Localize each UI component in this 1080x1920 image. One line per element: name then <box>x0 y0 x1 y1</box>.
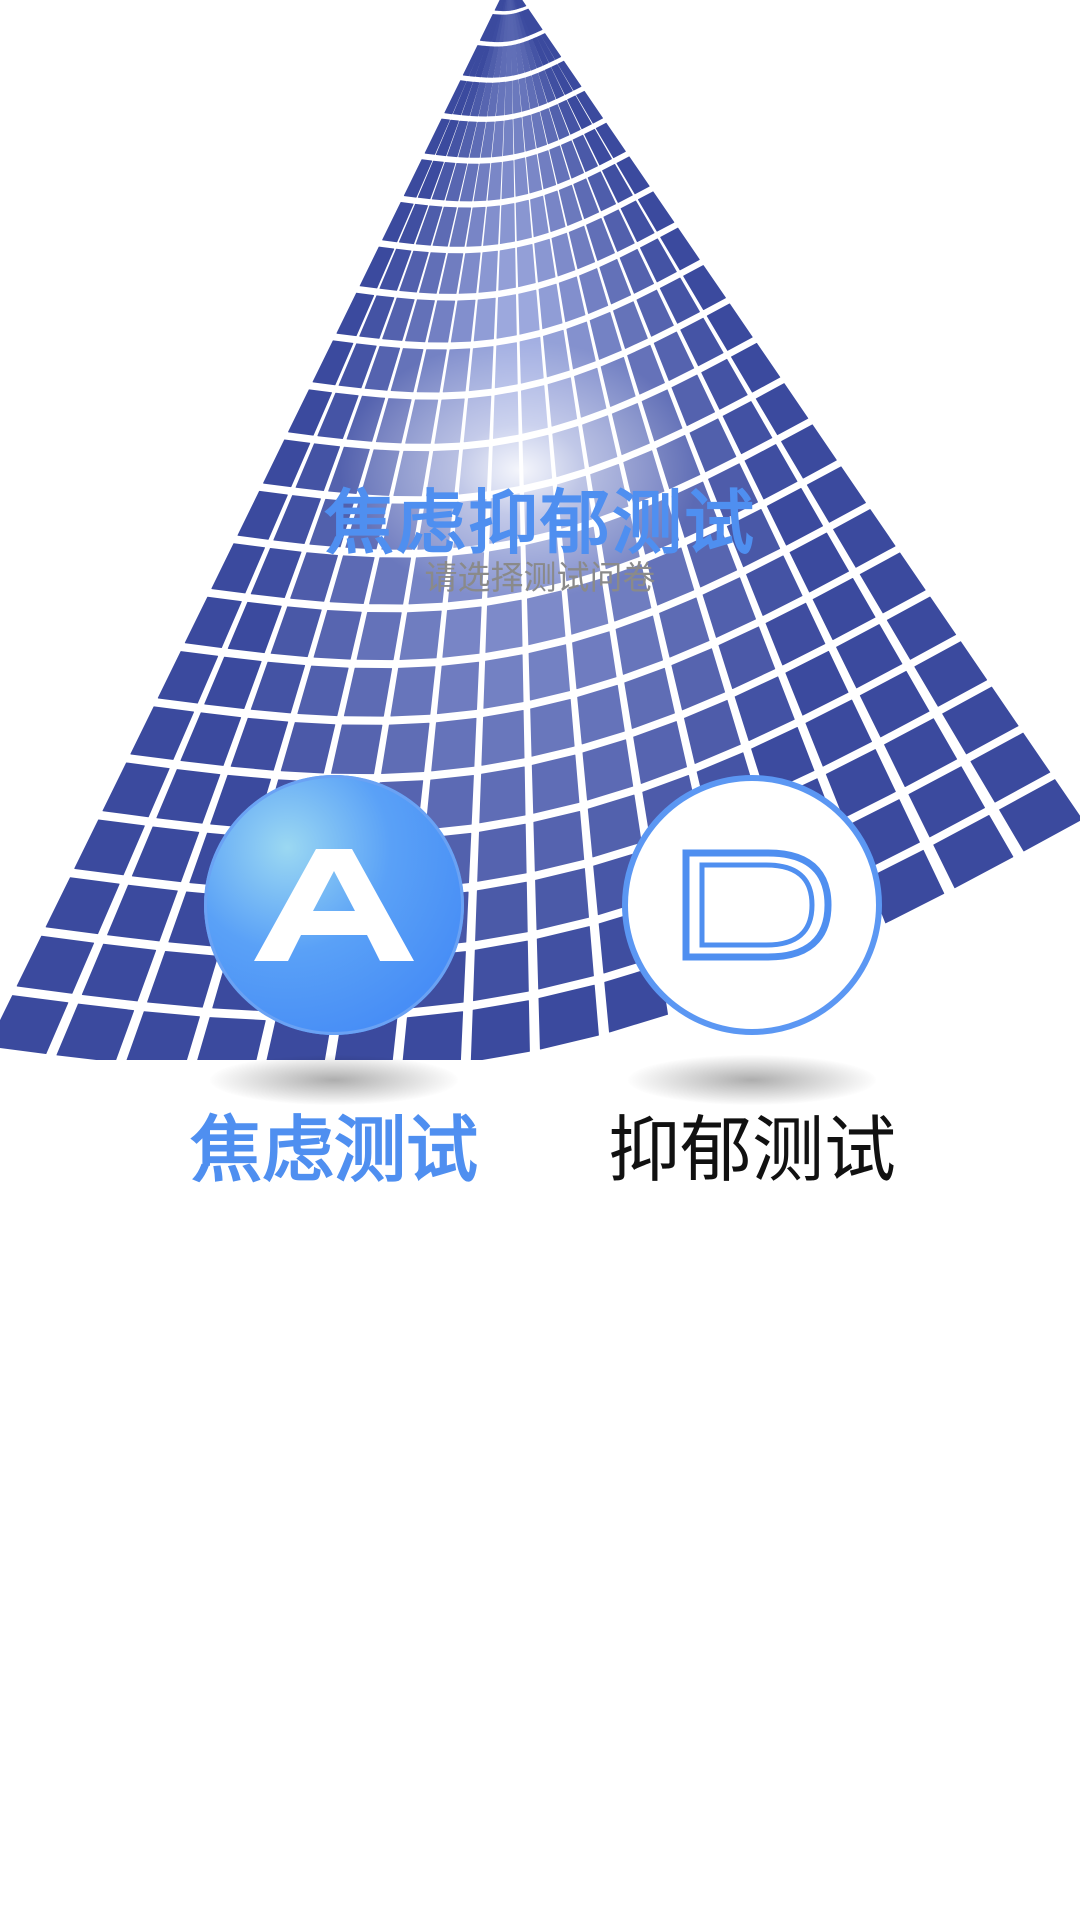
wave-tile <box>16 935 95 994</box>
wave-tile <box>572 631 617 690</box>
wave-tile <box>478 250 498 293</box>
wave-tile <box>765 602 826 666</box>
wave-tile <box>496 294 517 339</box>
page-title: 焦虑抑郁测试 <box>324 482 756 564</box>
anxiety-test-label[interactable]: 焦虑测试 <box>164 1105 504 1195</box>
wave-tile <box>483 205 500 246</box>
wave-tile <box>530 195 549 238</box>
wave-tile <box>538 283 563 330</box>
wave-tile <box>671 648 726 711</box>
wave-tile <box>431 717 477 772</box>
wave-tile <box>485 599 523 653</box>
wave-tile <box>534 238 556 283</box>
wave-tile <box>477 823 527 882</box>
wave-tile <box>343 667 393 717</box>
wave-tile <box>473 297 496 342</box>
letter-a-icon <box>254 849 414 961</box>
wave-tile <box>518 289 540 335</box>
wave-tile <box>390 666 436 717</box>
anxiety-test-option[interactable]: 焦虑测试 <box>184 775 484 1195</box>
wave-tile <box>107 884 178 942</box>
depression-test-option[interactable]: 抑郁测试 <box>602 775 902 1195</box>
wave-tile <box>536 926 594 990</box>
wave-tile <box>280 722 336 774</box>
anxiety-button-shadow <box>210 1055 458 1105</box>
wave-tile <box>624 667 675 729</box>
letter-d-icon <box>682 849 832 961</box>
wave-tile <box>499 203 515 244</box>
anxiety-test-button[interactable] <box>204 775 464 1035</box>
wave-tile <box>515 199 532 242</box>
wave-tile <box>531 754 580 814</box>
wave-tile <box>734 676 795 741</box>
wave-tile <box>313 610 362 660</box>
wave-tile <box>102 762 170 818</box>
wave-tile <box>56 1003 135 1060</box>
page-subtitle: 请选择测试问卷 <box>424 558 656 597</box>
wave-tile <box>501 160 515 200</box>
wave-tile <box>785 650 849 716</box>
wave-tile <box>297 665 349 717</box>
wave-tile <box>0 995 69 1054</box>
wave-tile <box>516 244 536 288</box>
wave-tile <box>718 626 776 689</box>
wave-tile <box>356 612 402 661</box>
wave-tile <box>507 14 512 42</box>
wave-tile <box>505 45 512 77</box>
wave-tile <box>659 597 710 658</box>
wave-tile <box>399 610 442 660</box>
wave-tile <box>487 162 502 201</box>
wave-tile <box>45 877 120 935</box>
wave-tile <box>615 615 663 675</box>
wave-tile <box>331 724 383 775</box>
wave-tile <box>514 157 529 197</box>
wave-tile <box>535 868 589 931</box>
depression-test-button[interactable] <box>622 775 882 1035</box>
wave-tile <box>530 699 575 757</box>
wave-tile <box>442 606 482 658</box>
depression-button-shadow <box>628 1055 876 1105</box>
wave-tile <box>513 117 525 155</box>
wave-tile <box>381 722 430 774</box>
wave-tile <box>481 710 525 766</box>
wave-tile <box>483 654 524 709</box>
wave-tile <box>450 299 476 343</box>
wave-tile <box>528 644 570 701</box>
wave-tile <box>81 943 157 1002</box>
wave-tile <box>503 119 514 156</box>
wave-tile <box>250 661 306 714</box>
wave-tile <box>479 766 526 824</box>
wave-tile <box>577 684 625 745</box>
wave-tile <box>230 717 289 771</box>
wave-tile <box>504 80 513 116</box>
wave-tile <box>130 706 194 760</box>
wave-tile <box>684 699 741 764</box>
wave-tile <box>436 661 480 715</box>
wave-tile <box>538 984 599 1050</box>
wave-tile <box>533 811 585 872</box>
wave-tile <box>498 247 516 291</box>
wave-tile <box>74 819 145 876</box>
depression-test-label[interactable]: 抑郁测试 <box>582 1105 922 1195</box>
